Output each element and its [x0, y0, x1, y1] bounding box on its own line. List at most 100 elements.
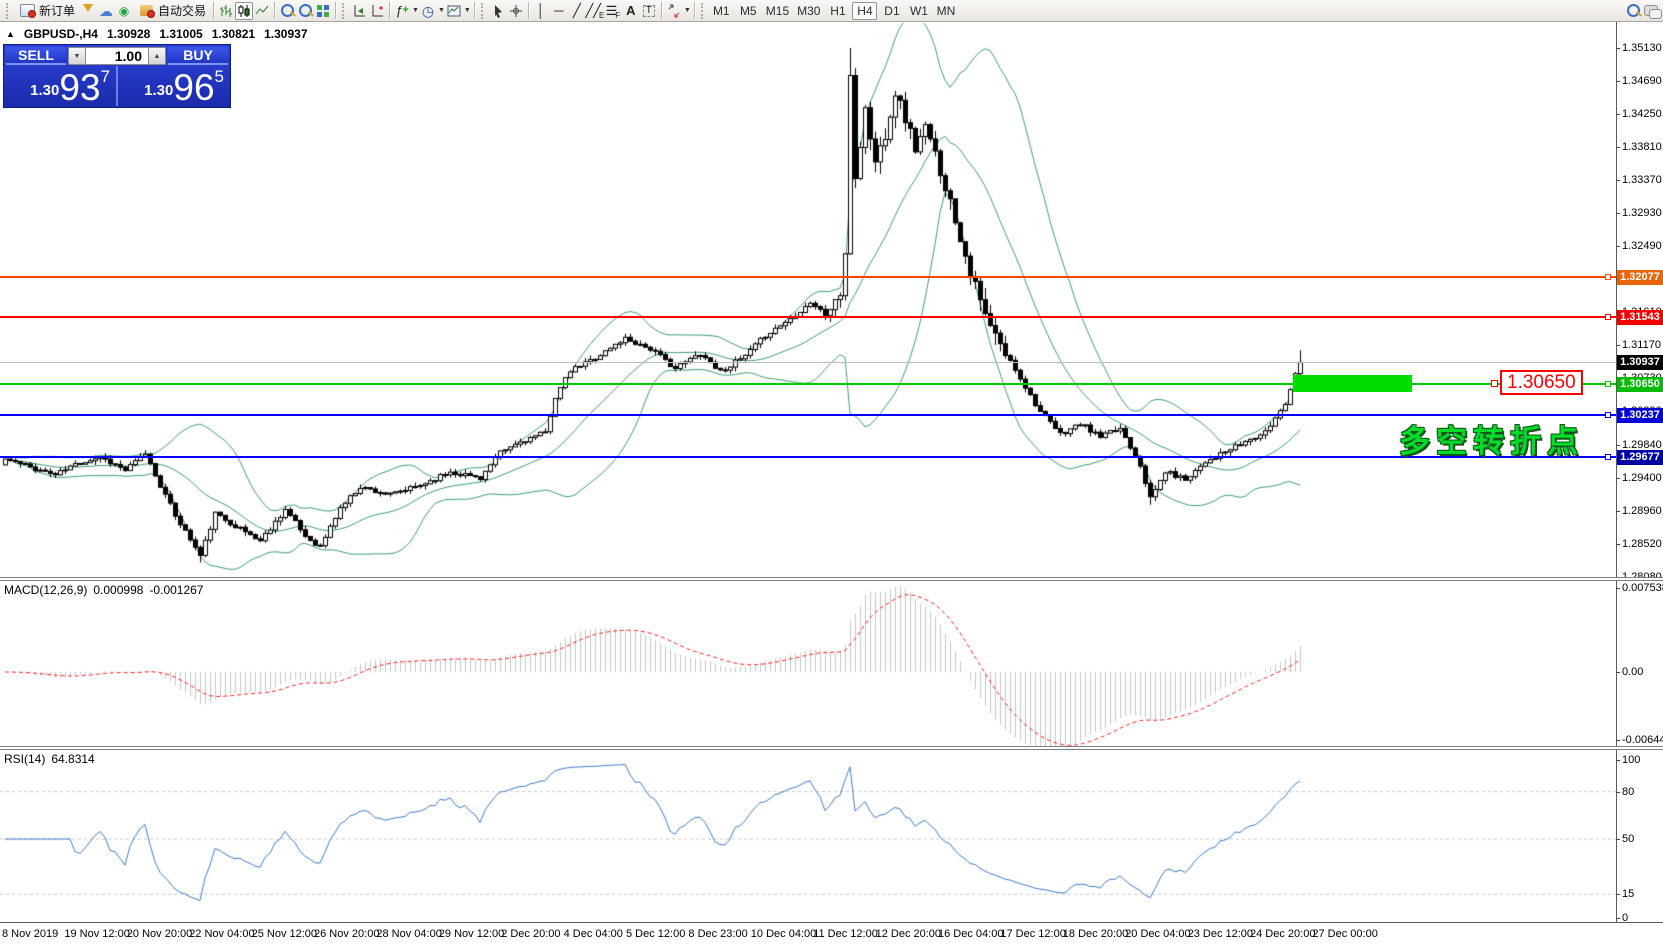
rsi-axis-label: 15 — [1622, 888, 1634, 900]
new-order-button[interactable]: 新订单 — [14, 1, 79, 20]
data-folder-icon[interactable] — [79, 2, 97, 20]
mt4-window: 新订单 ☁ ◉ 自动交易 — [0, 0, 1663, 944]
timeframe-h1[interactable]: H1 — [825, 2, 850, 20]
rsi-label: RSI(14)64.8314 — [4, 752, 95, 766]
volume-decrease-button[interactable]: ▼ — [68, 47, 86, 65]
timeframe-m30[interactable]: M30 — [794, 2, 823, 20]
toolbar-grip[interactable] — [481, 3, 486, 19]
time-axis-label: 5 Dec 12:00 — [626, 928, 685, 940]
price-tick-label: 1.29400 — [1622, 472, 1662, 484]
toolbar-separator — [528, 2, 529, 19]
autotrading-button[interactable]: 自动交易 — [133, 1, 210, 20]
text-tool-icon[interactable]: A — [622, 2, 640, 20]
timeframe-group: M1M5M15M30H1H4D1W1MN — [709, 2, 959, 20]
toolbar-grip[interactable] — [6, 3, 11, 19]
timeframe-h4[interactable]: H4 — [852, 2, 877, 20]
turning-point-note[interactable]: 多空转折点 — [1399, 416, 1584, 461]
arrows-dropdown-icon[interactable]: ▼ — [684, 7, 691, 14]
fibonacci-tool-icon[interactable]: ☰F — [604, 2, 622, 20]
price-level-line[interactable] — [0, 456, 1616, 458]
timeframe-mn[interactable]: MN — [933, 2, 958, 20]
volume-input[interactable] — [86, 47, 148, 65]
toolbar-separator — [213, 2, 214, 19]
search-icon[interactable] — [1624, 2, 1642, 20]
chat-icon[interactable] — [1642, 2, 1660, 20]
price-level-line[interactable] — [0, 276, 1616, 278]
templates-icon[interactable] — [445, 2, 463, 20]
level-label-anchor[interactable] — [1491, 380, 1498, 387]
time-axis-label: 22 Nov 04:00 — [189, 928, 254, 940]
buy-button[interactable]: BUY — [168, 47, 228, 65]
community-icon[interactable]: ☁ — [97, 2, 115, 20]
line-anchor-marker — [1605, 412, 1611, 418]
macd-axis-label: -0.006446 — [1622, 734, 1663, 746]
time-axis-label: 12 Dec 20:00 — [876, 928, 941, 940]
autotrading-label: 自动交易 — [158, 2, 206, 19]
volume-increase-button[interactable]: ▲ — [148, 47, 166, 65]
text-label-tool-icon[interactable]: T — [640, 2, 658, 20]
equidistant-channel-tool-icon[interactable]: ╱╱E — [586, 2, 604, 20]
zoom-in-icon[interactable] — [278, 2, 296, 20]
toolbar-grip[interactable] — [701, 3, 706, 19]
time-axis-label: 28 Nov 04:00 — [376, 928, 441, 940]
indicators-icon[interactable]: ƒ+ — [393, 2, 411, 20]
price-tick-mark — [1616, 445, 1620, 446]
line-chart-icon[interactable] — [253, 2, 271, 20]
price-tick-label: 1.32930 — [1622, 207, 1662, 219]
indicators-dropdown-icon[interactable]: ▼ — [412, 7, 419, 14]
chart-shift-icon[interactable] — [350, 2, 368, 20]
auto-scroll-icon[interactable] — [368, 2, 386, 20]
time-axis-label: 23 Dec 12:00 — [1188, 928, 1253, 940]
timeframe-m1[interactable]: M1 — [709, 2, 734, 20]
rsi-tick-mark — [1616, 918, 1620, 919]
price-tag: 1.30237 — [1617, 408, 1663, 423]
rsi-panel-splitter[interactable] — [0, 746, 1663, 750]
price-tag: 1.30650 — [1617, 377, 1663, 392]
price-tick-mark — [1616, 213, 1620, 214]
price-tick-label: 1.32490 — [1622, 240, 1662, 252]
price-axis-line — [1616, 22, 1617, 922]
time-axis-label: 17 Dec 12:00 — [1000, 928, 1065, 940]
timeframe-w1[interactable]: W1 — [906, 2, 931, 20]
tile-windows-icon[interactable] — [314, 2, 332, 20]
price-tick-label: 1.29840 — [1622, 439, 1662, 451]
line-anchor-marker — [1605, 381, 1611, 387]
candlestick-chart-icon[interactable] — [235, 2, 253, 20]
chart-header: ▲ GBPUSD-,H4 1.30928 1.31005 1.30821 1.3… — [6, 27, 308, 41]
timeframe-m15[interactable]: M15 — [763, 2, 792, 20]
horizontal-line-tool-icon[interactable]: ─ — [550, 2, 568, 20]
chart-surface[interactable] — [0, 0, 1663, 944]
sell-button[interactable]: SELL — [6, 47, 66, 65]
periods-dropdown-icon[interactable]: ▼ — [438, 7, 445, 14]
price-tick-mark — [1616, 345, 1620, 346]
trendline-tool-icon[interactable]: ╱ — [568, 2, 586, 20]
macd-axis-label: 0.007538 — [1622, 582, 1663, 594]
templates-dropdown-icon[interactable]: ▼ — [464, 7, 471, 14]
toolbar-grip[interactable] — [342, 3, 347, 19]
bar-chart-icon[interactable] — [217, 2, 235, 20]
price-tick-label: 1.31170 — [1622, 339, 1661, 351]
signals-icon[interactable]: ◉ — [115, 2, 133, 20]
line-anchor-marker — [1605, 314, 1611, 320]
vertical-line-tool-icon[interactable]: │ — [532, 2, 550, 20]
price-level-line[interactable] — [0, 316, 1616, 318]
buy-price[interactable]: 1.30965 — [116, 66, 230, 106]
timeframe-d1[interactable]: D1 — [879, 2, 904, 20]
macd-panel-splitter[interactable] — [0, 577, 1663, 581]
timeframe-m5[interactable]: M5 — [736, 2, 761, 20]
cursor-icon[interactable] — [489, 2, 507, 20]
time-axis-label: 24 Dec 20:00 — [1250, 928, 1315, 940]
toolbar-separator — [661, 2, 662, 19]
arrows-tool-icon[interactable] — [665, 2, 683, 20]
periods-icon[interactable]: ◷ — [419, 2, 437, 20]
price-level-line[interactable] — [0, 414, 1616, 416]
crosshair-icon[interactable] — [507, 2, 525, 20]
level-label-box[interactable]: 1.30650 — [1500, 370, 1583, 395]
highlight-zone-rectangle[interactable] — [1293, 375, 1412, 392]
zoom-out-icon[interactable] — [296, 2, 314, 20]
price-tag: 1.29677 — [1617, 450, 1663, 465]
toolbar-separator — [335, 2, 336, 19]
sell-price[interactable]: 1.30937 — [4, 66, 116, 106]
time-axis-label: 8 Dec 23:00 — [688, 928, 747, 940]
time-axis-label: 20 Nov 20:00 — [127, 928, 192, 940]
